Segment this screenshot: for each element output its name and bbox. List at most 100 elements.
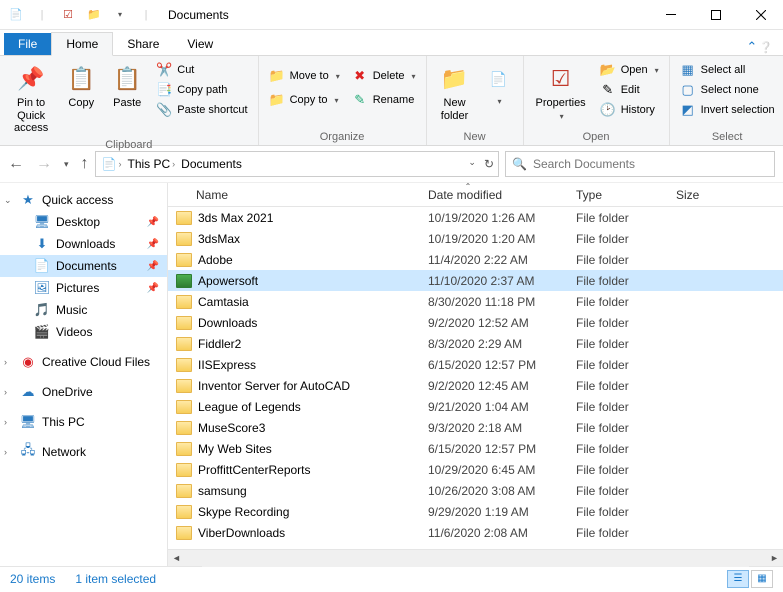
file-name: Skype Recording	[198, 505, 289, 519]
folder-icon	[176, 505, 192, 519]
sidebar-item-documents[interactable]: 📄Documents📌	[0, 255, 167, 277]
scroll-right-icon[interactable]: ►	[766, 553, 783, 563]
select-all-button[interactable]: ▦Select all	[676, 61, 779, 79]
sidebar-item-creative-cloud[interactable]: ›◉Creative Cloud Files	[0, 351, 167, 373]
cut-button[interactable]: ✂️Cut	[152, 61, 251, 79]
column-header-type[interactable]: Type	[568, 188, 668, 202]
properties-label: Properties	[536, 97, 586, 110]
copy-label: Copy	[68, 97, 94, 110]
window-controls	[648, 0, 783, 30]
file-row[interactable]: Adobe11/4/2020 2:22 AMFile folder	[168, 249, 783, 270]
file-row[interactable]: samsung10/26/2020 3:08 AMFile folder	[168, 480, 783, 501]
videos-icon: 🎬	[34, 324, 50, 340]
quick-access-label: Quick access	[42, 193, 113, 207]
bc-root-icon[interactable]: 📄 ›	[100, 157, 124, 171]
file-row[interactable]: 3dsMax10/19/2020 1:20 AMFile folder	[168, 228, 783, 249]
file-row[interactable]: Apowersoft11/10/2020 2:37 AMFile folder	[168, 270, 783, 291]
rename-icon: ✎	[352, 92, 368, 108]
details-view-button[interactable]: ☰	[727, 570, 749, 588]
copy-path-button[interactable]: 📑Copy path	[152, 81, 251, 99]
scroll-track[interactable]	[202, 550, 749, 567]
tab-view[interactable]: View	[173, 33, 227, 55]
group-clipboard: 📌 Pin to Quick access 📋 Copy 📋 Paste ✂️C…	[0, 56, 259, 145]
column-header-size[interactable]: Size	[668, 188, 728, 202]
sidebar-item-music[interactable]: 🎵Music	[0, 299, 167, 321]
search-input[interactable]	[533, 157, 768, 171]
sidebar-item-pictures[interactable]: 🖼Pictures📌	[0, 277, 167, 299]
file-row[interactable]: My Web Sites6/15/2020 12:57 PMFile folde…	[168, 438, 783, 459]
edit-button[interactable]: ✎Edit	[596, 81, 663, 99]
open-button[interactable]: 📂Open	[596, 61, 663, 79]
file-row[interactable]: Inventor Server for AutoCAD9/2/2020 12:4…	[168, 375, 783, 396]
new-item-button[interactable]: 📄	[481, 61, 517, 108]
file-row[interactable]: MuseScore39/3/2020 2:18 AMFile folder	[168, 417, 783, 438]
file-row[interactable]: Camtasia8/30/2020 11:18 PMFile folder	[168, 291, 783, 312]
group-select: ▦Select all ▢Select none ◩Invert selecti…	[670, 56, 783, 145]
documents-icon: 📄	[34, 258, 50, 274]
file-row[interactable]: Downloads9/2/2020 12:52 AMFile folder	[168, 312, 783, 333]
sidebar-item-network[interactable]: ›🖧Network	[0, 441, 167, 463]
sidebar-item-onedrive[interactable]: ›☁OneDrive	[0, 381, 167, 403]
file-row[interactable]: Fiddler28/3/2020 2:29 AMFile folder	[168, 333, 783, 354]
file-date: 10/26/2020 3:08 AM	[420, 484, 568, 498]
file-date: 9/3/2020 2:18 AM	[420, 421, 568, 435]
sidebar-item-this-pc[interactable]: ›🖥This PC	[0, 411, 167, 433]
rename-button[interactable]: ✎Rename	[348, 91, 420, 109]
back-button[interactable]: ←	[8, 155, 24, 173]
file-row[interactable]: Skype Recording9/29/2020 1:19 AMFile fol…	[168, 501, 783, 522]
properties-button[interactable]: ☑ Properties	[530, 61, 592, 123]
scroll-left-icon[interactable]: ◄	[168, 553, 185, 563]
file-name: ProffittCenterReports	[198, 463, 311, 477]
file-date: 9/2/2020 12:52 AM	[420, 316, 568, 330]
file-row[interactable]: ProffittCenterReports10/29/2020 6:45 AMF…	[168, 459, 783, 480]
minimize-button[interactable]	[648, 0, 693, 30]
paste-shortcut-button[interactable]: 📎Paste shortcut	[152, 101, 251, 119]
bc-this-pc[interactable]: This PC ›	[125, 157, 177, 171]
copy-button[interactable]: 📋 Copy	[60, 61, 102, 112]
new-folder-button[interactable]: 📁 New folder	[433, 61, 477, 124]
column-header-name[interactable]: Name	[168, 188, 420, 202]
bc-dropdown-icon[interactable]: ⌄	[468, 157, 476, 171]
file-row[interactable]: League of Legends9/21/2020 1:04 AMFile f…	[168, 396, 783, 417]
file-row[interactable]: 3ds Max 202110/19/2020 1:26 AMFile folde…	[168, 207, 783, 228]
select-all-label: Select all	[701, 64, 746, 76]
invert-selection-button[interactable]: ◩Invert selection	[676, 101, 779, 119]
copy-to-button[interactable]: 📁Copy to	[265, 91, 344, 109]
column-header-date[interactable]: Date modified	[420, 188, 568, 202]
qat-dropdown-icon[interactable]: ▾	[110, 5, 130, 25]
search-box[interactable]: 🔍	[505, 151, 775, 177]
recent-dropdown[interactable]: ▾	[64, 159, 69, 170]
open-label: Open	[621, 64, 648, 76]
maximize-button[interactable]	[693, 0, 738, 30]
sidebar-item-videos[interactable]: 🎬Videos	[0, 321, 167, 343]
tab-home[interactable]: Home	[51, 32, 113, 56]
tab-share[interactable]: Share	[113, 33, 173, 55]
file-row[interactable]: IISExpress6/15/2020 12:57 PMFile folder	[168, 354, 783, 375]
paste-button[interactable]: 📋 Paste	[106, 61, 148, 112]
file-type: File folder	[568, 505, 668, 519]
tab-file[interactable]: File	[4, 33, 51, 55]
breadcrumb[interactable]: 📄 › This PC › Documents ⌄ ↻	[95, 151, 499, 177]
move-to-button[interactable]: 📁Move to	[265, 67, 344, 85]
file-row[interactable]: ViberDownloads11/6/2020 2:08 AMFile fold…	[168, 522, 783, 543]
file-date: 10/19/2020 1:20 AM	[420, 232, 568, 246]
sidebar-item-downloads[interactable]: ⬇Downloads📌	[0, 233, 167, 255]
select-none-button[interactable]: ▢Select none	[676, 81, 779, 99]
qat-properties-icon[interactable]: ☑	[58, 5, 78, 25]
forward-button[interactable]: →	[36, 155, 52, 173]
bc-documents[interactable]: Documents	[179, 157, 244, 171]
pin-to-quick-access-button[interactable]: 📌 Pin to Quick access	[6, 61, 56, 137]
folder-icon	[176, 421, 192, 435]
help-icon[interactable]: ❔	[759, 41, 773, 54]
ribbon-collapse-button[interactable]: ⌃ ❔	[746, 39, 773, 55]
sidebar-item-desktop[interactable]: 🖥Desktop📌	[0, 211, 167, 233]
horizontal-scrollbar[interactable]: ◄ ►	[168, 549, 783, 566]
history-button[interactable]: 🕑History	[596, 101, 663, 119]
file-name: Adobe	[198, 253, 233, 267]
close-button[interactable]	[738, 0, 783, 30]
sidebar-item-quick-access[interactable]: ⌄★Quick access	[0, 189, 167, 211]
delete-button[interactable]: ✖Delete	[348, 67, 420, 85]
up-button[interactable]: ↑	[81, 155, 89, 173]
icons-view-button[interactable]: ▦	[751, 570, 773, 588]
refresh-button[interactable]: ↻	[484, 157, 494, 171]
